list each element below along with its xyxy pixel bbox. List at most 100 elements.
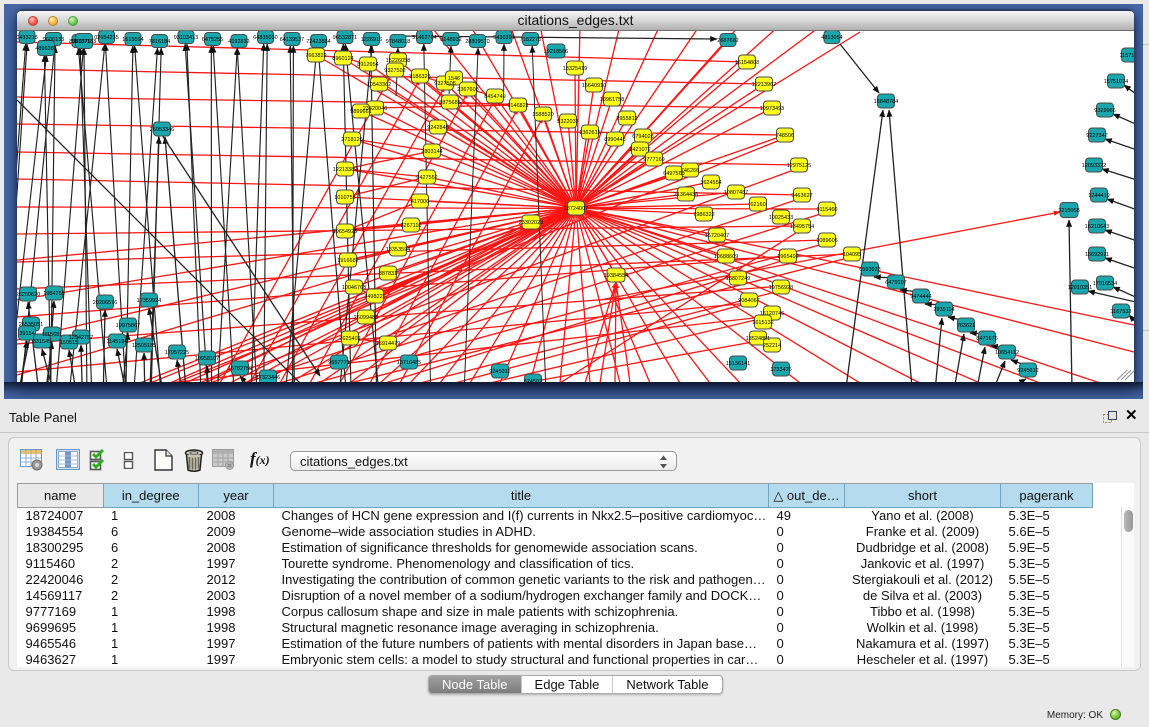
svg-text:23302023: 23302023 [519,220,543,226]
svg-text:5322037: 5322037 [557,119,578,125]
svg-text:0433218: 0433218 [17,35,38,41]
svg-text:26260620: 26260620 [17,292,40,298]
svg-text:16154808: 16154808 [735,60,759,66]
svg-text:20206576: 20206576 [93,300,117,306]
svg-text:17957225: 17957225 [165,350,189,356]
svg-text:15226058: 15226058 [386,58,410,64]
svg-text:746266: 746266 [681,168,699,174]
svg-text:331545: 331545 [33,339,51,345]
svg-text:887831: 887831 [379,271,397,277]
svg-text:1244419: 1244419 [1088,193,1109,199]
svg-text:10025433: 10025433 [769,215,793,221]
svg-text:9245012: 9245012 [489,369,510,375]
svg-text:1615132: 1615132 [752,320,773,326]
svg-text:9657771: 9657771 [328,360,349,366]
svg-text:9084067: 9084067 [738,298,759,304]
svg-text:13716485: 13716485 [397,360,421,366]
svg-text:2935114: 2935114 [933,307,954,313]
svg-text:5875685: 5875685 [439,100,460,106]
svg-text:9327502: 9327502 [384,68,405,74]
svg-text:10654112: 10654112 [995,350,1019,356]
svg-text:9899661: 9899661 [350,109,371,115]
svg-text:17323446: 17323446 [256,375,280,381]
svg-text:5430391: 5430391 [493,35,514,41]
svg-text:1226916: 1226916 [361,37,382,43]
svg-text:12975125: 12975125 [787,163,811,169]
svg-text:12505185: 12505185 [132,343,156,349]
svg-text:9427552: 9427552 [416,175,437,181]
svg-text:1588520: 1588520 [532,112,553,118]
svg-text:9777169: 9777169 [643,157,664,163]
svg-text:17016534: 17016534 [1093,281,1117,287]
svg-text:64139537: 64139537 [280,37,304,43]
svg-text:3624554: 3624554 [700,180,721,186]
svg-text:15692911: 15692911 [1085,252,1109,258]
svg-text:02654235: 02654235 [94,35,118,41]
svg-text:21364436: 21364436 [674,192,698,198]
svg-text:1010755: 1010755 [334,195,355,201]
svg-text:19384554: 19384554 [604,273,628,279]
svg-text:72423884: 72423884 [306,39,330,45]
svg-text:2718126: 2718126 [341,137,362,143]
svg-text:19756928: 19756928 [769,285,793,291]
svg-text:97848018: 97848018 [386,39,410,45]
svg-text:10973493: 10973493 [760,106,784,112]
svg-text:16914479: 16914479 [376,341,400,347]
svg-text:763621: 763621 [957,323,975,329]
svg-text:7986322: 7986322 [693,212,714,218]
svg-text:8912954: 8912954 [357,62,378,68]
svg-text:6479197: 6479197 [885,280,906,286]
svg-text:96532871: 96532871 [333,35,357,41]
svg-text:19975867: 19975867 [116,323,140,329]
svg-text:1965492: 1965492 [777,254,798,260]
svg-text:4896383: 4896383 [35,46,56,52]
svg-text:8960124: 8960124 [332,56,353,62]
svg-text:6593923: 6593923 [859,267,880,273]
svg-text:12213389: 12213389 [333,167,357,173]
svg-text:93103413: 93103413 [174,35,198,41]
svg-text:1115681: 1115681 [42,332,63,338]
svg-text:9245612: 9245612 [1017,368,1038,374]
svg-text:1421072: 1421072 [629,147,650,153]
svg-text:8471676: 8471676 [976,336,997,342]
svg-text:19654923: 19654923 [333,229,357,235]
svg-text:1362615: 1362615 [579,130,600,136]
svg-text:16210643: 16210643 [1085,224,1109,230]
svg-text:15136141: 15136141 [726,361,750,367]
svg-text:4192832: 4192832 [228,39,249,45]
svg-text:10046768: 10046768 [342,285,366,291]
svg-text:150515: 150515 [60,340,78,346]
svg-text:2803144: 2803144 [421,149,442,155]
svg-text:51462704: 51462704 [412,35,436,41]
svg-text:12010351: 12010351 [1068,285,1092,291]
svg-text:1157107: 1157107 [1119,53,1134,59]
svg-text:13495754: 13495754 [790,224,814,230]
svg-text:28809570: 28809570 [465,39,489,45]
svg-text:1546: 1546 [448,76,460,82]
svg-text:4813054: 4813054 [821,35,842,41]
svg-text:9146821: 9146821 [507,103,528,109]
svg-text:104095: 104095 [843,252,861,258]
svg-text:13353594: 13353594 [386,247,410,253]
svg-text:8454749: 8454749 [484,94,505,100]
svg-text:12213967: 12213967 [752,82,776,88]
svg-text:2687682: 2687682 [717,38,738,44]
svg-text:10961758: 10961758 [600,97,624,103]
svg-text:7182278: 7182278 [520,37,541,43]
svg-text:9242848: 9242848 [427,125,448,131]
svg-text:1167533: 1167533 [1110,309,1131,315]
svg-text:19218566: 19218566 [544,49,568,55]
svg-text:15720407: 15720407 [705,233,729,239]
svg-text:1916682: 1916682 [337,258,358,264]
svg-text:65787133: 65787133 [72,39,96,45]
svg-text:18807249: 18807249 [726,276,750,282]
svg-text:64835030: 64835030 [253,35,277,41]
svg-text:7625402: 7625402 [339,336,360,342]
svg-text:7816184: 7816184 [149,39,170,45]
svg-text:62160: 62160 [750,202,765,208]
svg-text:16782759: 16782759 [228,366,252,372]
svg-text:3498222: 3498222 [364,294,385,300]
svg-text:3215958: 3215958 [1058,208,1079,214]
svg-text:15751074: 15751074 [1104,79,1128,85]
svg-text:18724007: 18724007 [564,206,588,212]
